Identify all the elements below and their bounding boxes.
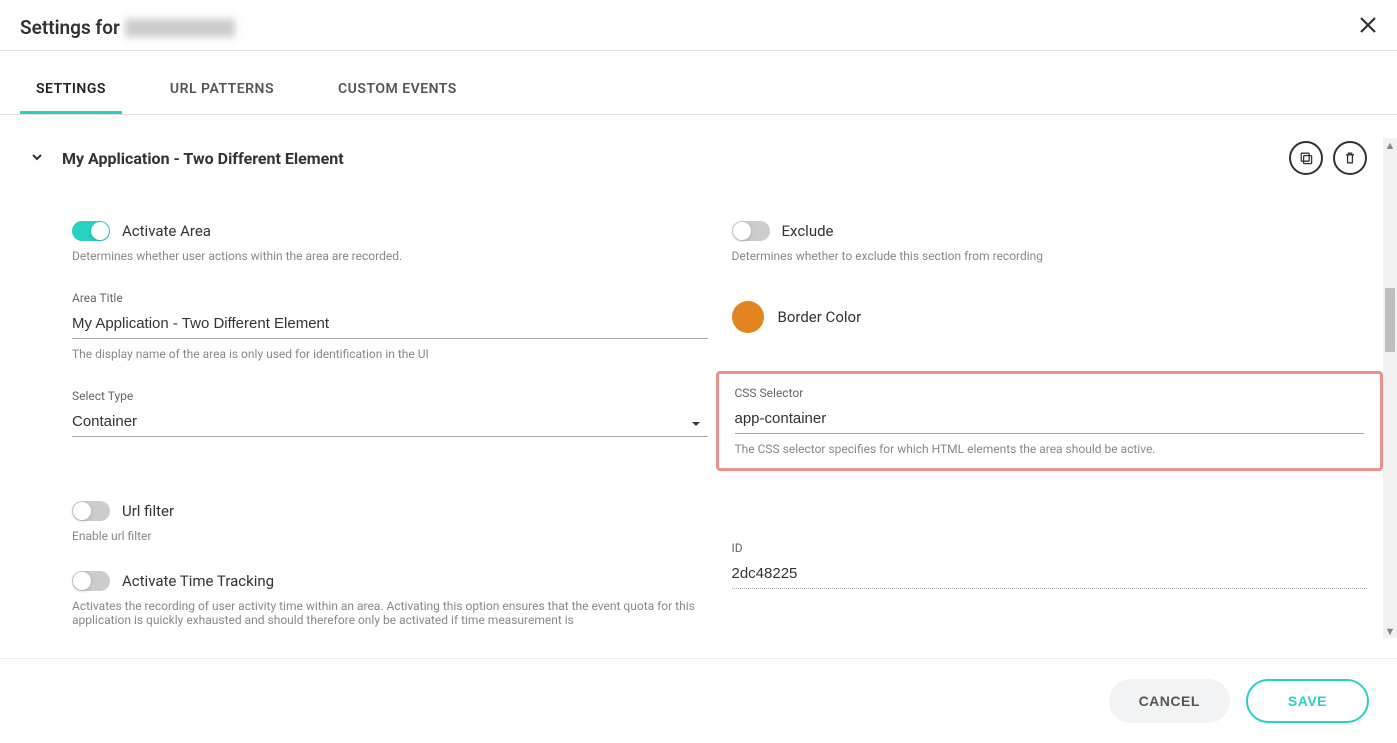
activate-area-help: Determines whether user actions within t… [72, 249, 708, 263]
id-field: ID [732, 541, 1368, 589]
scrollbar-thumb[interactable] [1385, 288, 1395, 352]
save-button[interactable]: SAVE [1246, 679, 1369, 723]
select-type-field: Select Type [72, 389, 708, 437]
time-tracking-field: Activate Time Tracking Activates the rec… [72, 571, 708, 627]
tabs: SETTINGS URL PATTERNS CUSTOM EVENTS [0, 71, 1397, 115]
area-title-label: Area Title [72, 291, 708, 305]
css-selector-highlight: CSS Selector The CSS selector specifies … [716, 371, 1384, 471]
close-button[interactable] [1359, 14, 1377, 40]
delete-button[interactable] [1333, 141, 1367, 175]
border-color-field: Border Color [732, 301, 1368, 333]
cancel-button[interactable]: CANCEL [1109, 679, 1230, 723]
border-color-label: Border Color [778, 308, 862, 326]
scroll-down-arrow-icon[interactable]: ▼ [1383, 624, 1397, 638]
css-selector-field: CSS Selector The CSS selector specifies … [735, 386, 1365, 456]
url-filter-label: Url filter [122, 502, 174, 520]
scroll-up-arrow-icon[interactable]: ▲ [1383, 138, 1397, 152]
copy-icon [1298, 150, 1314, 166]
title-subject-redacted [125, 19, 235, 37]
vertical-scrollbar[interactable]: ▲ ▼ [1383, 138, 1397, 638]
title-prefix: Settings for [20, 16, 120, 39]
time-tracking-help: Activates the recording of user activity… [72, 599, 708, 627]
trash-icon [1342, 150, 1358, 166]
exclude-toggle[interactable] [732, 221, 770, 241]
time-tracking-label: Activate Time Tracking [122, 572, 274, 590]
area-title-field: Area Title The display name of the area … [72, 291, 708, 361]
page-title: Settings for [20, 16, 235, 39]
url-filter-toggle[interactable] [72, 501, 110, 521]
area-title-input[interactable] [72, 309, 708, 339]
copy-button[interactable] [1289, 141, 1323, 175]
activate-area-field: Activate Area Determines whether user ac… [72, 221, 708, 263]
area-title-help: The display name of the area is only use… [72, 347, 708, 361]
footer: CANCEL SAVE [0, 658, 1397, 743]
border-color-picker[interactable] [732, 301, 764, 333]
exclude-label: Exclude [782, 222, 834, 240]
select-type-select[interactable] [72, 407, 708, 437]
activate-area-label: Activate Area [122, 222, 211, 240]
tab-url-patterns[interactable]: URL PATTERNS [154, 71, 290, 114]
url-filter-help: Enable url filter [72, 529, 708, 543]
tab-settings[interactable]: SETTINGS [20, 71, 122, 114]
css-selector-label: CSS Selector [735, 386, 1365, 400]
css-selector-input[interactable] [735, 404, 1365, 434]
exclude-help: Determines whether to exclude this secti… [732, 249, 1368, 263]
time-tracking-toggle[interactable] [72, 571, 110, 591]
activate-area-toggle[interactable] [72, 221, 110, 241]
tab-custom-events[interactable]: CUSTOM EVENTS [322, 71, 473, 114]
close-icon [1359, 16, 1377, 34]
section-title: My Application - Two Different Element [62, 149, 344, 168]
id-value [732, 559, 1368, 589]
css-selector-help: The CSS selector specifies for which HTM… [735, 442, 1365, 456]
expand-chevron-icon[interactable] [30, 149, 44, 168]
id-label: ID [732, 541, 1368, 555]
url-filter-field: Url filter Enable url filter [72, 501, 708, 543]
select-type-label: Select Type [72, 389, 708, 403]
exclude-field: Exclude Determines whether to exclude th… [732, 221, 1368, 263]
